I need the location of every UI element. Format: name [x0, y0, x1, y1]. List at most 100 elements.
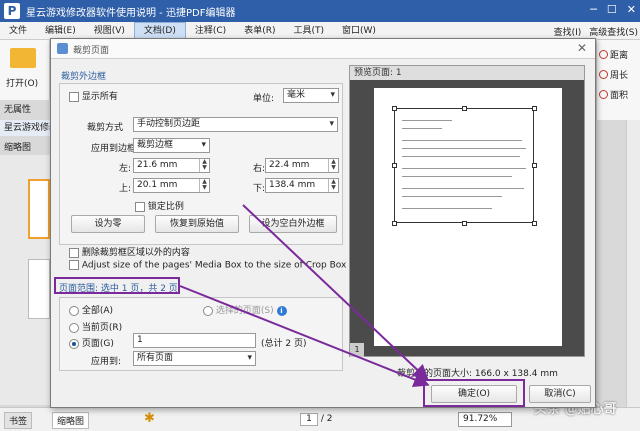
- preview-page-indicator[interactable]: 1: [350, 343, 364, 357]
- thumbnail-page-2[interactable]: [28, 259, 50, 319]
- document-tab[interactable]: 星云游戏修改: [0, 120, 50, 136]
- menu-document[interactable]: 文档(D): [133, 21, 186, 40]
- zoom-level-select[interactable]: 91.72%: [458, 412, 512, 427]
- measure-ribbon: 距离 周长 面积: [596, 40, 640, 120]
- menu-view[interactable]: 视图(V): [85, 22, 134, 40]
- right-margin-label: 右:: [253, 164, 266, 174]
- top-margin-spinner[interactable]: ▲ ▼: [199, 179, 209, 192]
- menu-window[interactable]: 窗口(W): [333, 22, 385, 40]
- range-selected-label: 选择的页面(S): [215, 306, 274, 316]
- delete-outside-checkbox[interactable]: [69, 247, 79, 258]
- range-all-label: 全部(A): [81, 306, 114, 316]
- crop-method-label: 裁剪方式: [87, 123, 124, 133]
- adjust-media-label: Adjust size of the pages' Media Box to t…: [81, 260, 347, 271]
- unit-select[interactable]: 毫米: [283, 88, 339, 103]
- unit-label: 单位:: [253, 94, 275, 104]
- right-margin-spinner[interactable]: ▲ ▼: [328, 159, 338, 172]
- delete-outside-row[interactable]: 删除裁剪框区域以外的内容: [69, 245, 190, 258]
- open-button-label[interactable]: 打开(O): [6, 76, 38, 89]
- left-margin-value: 21.6 mm: [137, 160, 178, 170]
- area-tool[interactable]: 面积: [599, 88, 628, 101]
- dialog-title-bar: 裁剪页面 ✕: [51, 39, 595, 59]
- area-icon: [599, 90, 608, 99]
- right-margin-input[interactable]: 22.4 mm ▲ ▼: [265, 158, 339, 173]
- advanced-find-button[interactable]: 高级查找(S): [589, 25, 638, 38]
- crop-handle[interactable]: [392, 221, 397, 226]
- perimeter-tool[interactable]: 周长: [599, 68, 628, 81]
- range-selected-radio[interactable]: [203, 305, 213, 316]
- top-margin-input[interactable]: 20.1 mm ▲ ▼: [133, 178, 210, 193]
- bottom-margin-spinner[interactable]: ▲ ▼: [328, 179, 338, 192]
- maximize-button[interactable]: ☐: [607, 3, 617, 16]
- page-number-input[interactable]: 1: [300, 413, 318, 426]
- menu-edit[interactable]: 编辑(E): [36, 22, 85, 40]
- crop-handle[interactable]: [462, 106, 467, 111]
- page-range-input[interactable]: 1: [133, 333, 256, 348]
- range-selected-row[interactable]: 选择的页面(S) i: [203, 303, 287, 316]
- cancel-button[interactable]: 取消(C): [529, 385, 591, 403]
- range-all-radio[interactable]: [69, 305, 79, 316]
- dialog-close-icon[interactable]: ✕: [577, 41, 587, 55]
- lock-ratio-checkbox[interactable]: [135, 201, 145, 212]
- app-logo-icon: P: [4, 3, 20, 19]
- crop-handle[interactable]: [392, 106, 397, 111]
- bottom-margin-label: 下:: [253, 184, 266, 194]
- crop-handle[interactable]: [392, 163, 397, 168]
- range-all-row[interactable]: 全部(A): [69, 303, 113, 316]
- preview-heading: 预览页面: 1: [350, 66, 584, 80]
- crop-rectangle[interactable]: [392, 106, 537, 226]
- menu-file[interactable]: 文件: [0, 22, 36, 40]
- folder-open-icon[interactable]: [10, 48, 36, 68]
- thumbnail-page-1[interactable]: [28, 179, 50, 239]
- window-title: 星云游戏修改器软件使用说明 - 迅捷PDF编辑器: [26, 7, 236, 19]
- crop-handle[interactable]: [532, 163, 537, 168]
- menu-form[interactable]: 表单(R): [235, 22, 284, 40]
- range-current-row[interactable]: 当前页(R): [69, 320, 122, 333]
- left-margin-label: 左:: [119, 164, 132, 174]
- crop-method-select[interactable]: 手动控制页边距: [133, 117, 338, 132]
- lock-ratio-row[interactable]: 锁定比例: [135, 199, 184, 212]
- bottom-margin-input[interactable]: 138.4 mm ▲ ▼: [265, 178, 339, 193]
- set-zero-button[interactable]: 设为零: [71, 215, 145, 233]
- thumbnail-panel: [0, 155, 50, 405]
- gear-icon[interactable]: ✱: [144, 412, 158, 426]
- apply-to-select[interactable]: 所有页面: [133, 351, 256, 366]
- minimize-button[interactable]: ─: [590, 3, 597, 16]
- range-current-radio[interactable]: [69, 322, 79, 333]
- apply-box-select[interactable]: 裁剪边框: [133, 138, 210, 153]
- range-pages-radio[interactable]: [69, 338, 79, 349]
- thumbnail-tab[interactable]: 缩略图: [52, 412, 90, 429]
- page-total: / 2: [320, 414, 333, 424]
- adjust-media-row[interactable]: Adjust size of the pages' Media Box to t…: [69, 260, 346, 271]
- set-blank-margin-button[interactable]: 设为空白外边框: [249, 215, 337, 233]
- show-all-checkbox-row[interactable]: 显示所有: [69, 89, 118, 102]
- title-bar: P 星云游戏修改器软件使用说明 - 迅捷PDF编辑器 ─ ☐ ✕: [0, 0, 640, 22]
- right-margin-value: 22.4 mm: [269, 160, 310, 170]
- bookmark-tab[interactable]: 书签: [4, 412, 33, 429]
- crop-page-dialog: 裁剪页面 ✕ 裁剪外边框 显示所有 单位: 毫米 裁剪方式 手动控制页边距 应用…: [50, 38, 596, 408]
- properties-label: 无属性: [4, 105, 32, 115]
- right-side-strip: [626, 120, 640, 410]
- distance-tool[interactable]: 距离: [599, 48, 628, 61]
- crop-handle[interactable]: [532, 221, 537, 226]
- crop-icon: [57, 43, 68, 54]
- delete-outside-label: 删除裁剪框区域以外的内容: [81, 248, 190, 258]
- close-button[interactable]: ✕: [627, 3, 636, 16]
- crop-handle[interactable]: [532, 106, 537, 111]
- range-pages-row[interactable]: 页面(G): [69, 336, 114, 349]
- apply-box-label: 应用到边框: [91, 144, 137, 154]
- crop-handle[interactable]: [462, 221, 467, 226]
- left-margin-spinner[interactable]: ▲ ▼: [199, 159, 209, 172]
- left-margin-input[interactable]: 21.6 mm ▲ ▼: [133, 158, 210, 173]
- restore-original-button[interactable]: 恢复到原始值: [155, 215, 239, 233]
- range-pages-label: 页面(G): [81, 339, 114, 349]
- ok-button[interactable]: 确定(O): [431, 385, 517, 403]
- show-all-checkbox[interactable]: [69, 91, 79, 102]
- top-margin-label: 上:: [119, 184, 132, 194]
- menu-tools[interactable]: 工具(T): [284, 22, 333, 40]
- find-button[interactable]: 查找(I): [554, 25, 582, 38]
- preview-page: [374, 88, 562, 346]
- adjust-media-checkbox[interactable]: [69, 260, 79, 270]
- cropped-size-label: 裁剪后的页面大小: 166.0 x 138.4 mm: [397, 369, 558, 379]
- menu-comment[interactable]: 注释(C): [186, 22, 235, 40]
